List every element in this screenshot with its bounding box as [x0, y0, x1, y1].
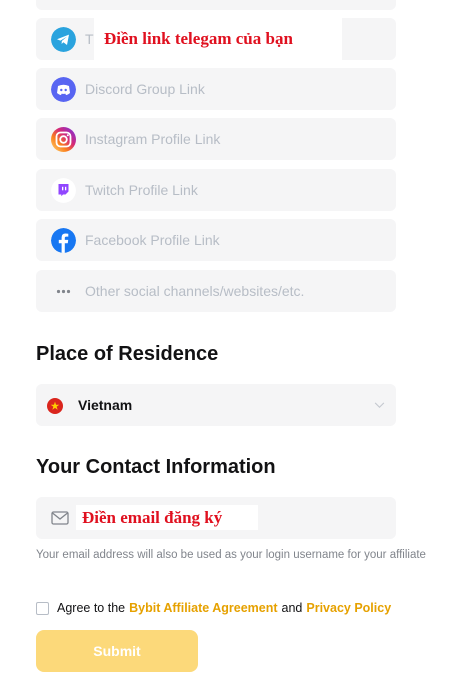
- discord-placeholder: Discord Group Link: [85, 81, 205, 97]
- vietnam-flag-icon: [47, 398, 63, 414]
- agreement-row: Agree to the Bybit Affiliate Agreement a…: [36, 600, 391, 616]
- envelope-icon: [51, 511, 69, 525]
- agree-prefix: Agree to the: [57, 601, 126, 615]
- residence-title: Place of Residence: [36, 343, 219, 365]
- twitch-link-field[interactable]: Twitch Profile Link: [36, 169, 396, 211]
- submit-button[interactable]: Submit: [36, 630, 198, 672]
- twitch-placeholder: Twitch Profile Link: [85, 182, 198, 198]
- telegram-placeholder: T: [85, 31, 94, 47]
- email-note: Your email address will also be used as …: [36, 549, 426, 561]
- chevron-down-icon: [374, 402, 385, 409]
- facebook-link-field[interactable]: Facebook Profile Link: [36, 219, 396, 261]
- telegram-icon: [51, 27, 76, 52]
- contact-title: Your Contact Information: [36, 456, 276, 478]
- telegram-annotation: Điền link telegam của bạn: [94, 18, 342, 60]
- other-placeholder: Other social channels/websites/etc.: [85, 283, 305, 299]
- facebook-icon: [51, 228, 76, 253]
- agree-middle: and: [281, 601, 303, 615]
- country-select[interactable]: Vietnam: [36, 384, 396, 426]
- other-link-field[interactable]: Other social channels/websites/etc.: [36, 270, 396, 312]
- affiliate-agreement-link[interactable]: Bybit Affiliate Agreement: [129, 601, 277, 615]
- privacy-policy-link[interactable]: Privacy Policy: [306, 601, 391, 615]
- email-annotation: Điền email đăng ký: [76, 505, 258, 530]
- instagram-icon: [51, 127, 76, 152]
- twitch-icon: [51, 178, 76, 203]
- agree-checkbox[interactable]: [36, 601, 49, 615]
- discord-icon: [51, 77, 76, 102]
- more-dots-icon: [56, 289, 71, 294]
- social-link-field-partial[interactable]: [36, 0, 396, 10]
- discord-link-field[interactable]: Discord Group Link: [36, 68, 396, 110]
- instagram-link-field[interactable]: Instagram Profile Link: [36, 118, 396, 160]
- country-selected-value: Vietnam: [78, 397, 133, 413]
- instagram-placeholder: Instagram Profile Link: [85, 131, 221, 147]
- facebook-placeholder: Facebook Profile Link: [85, 232, 220, 248]
